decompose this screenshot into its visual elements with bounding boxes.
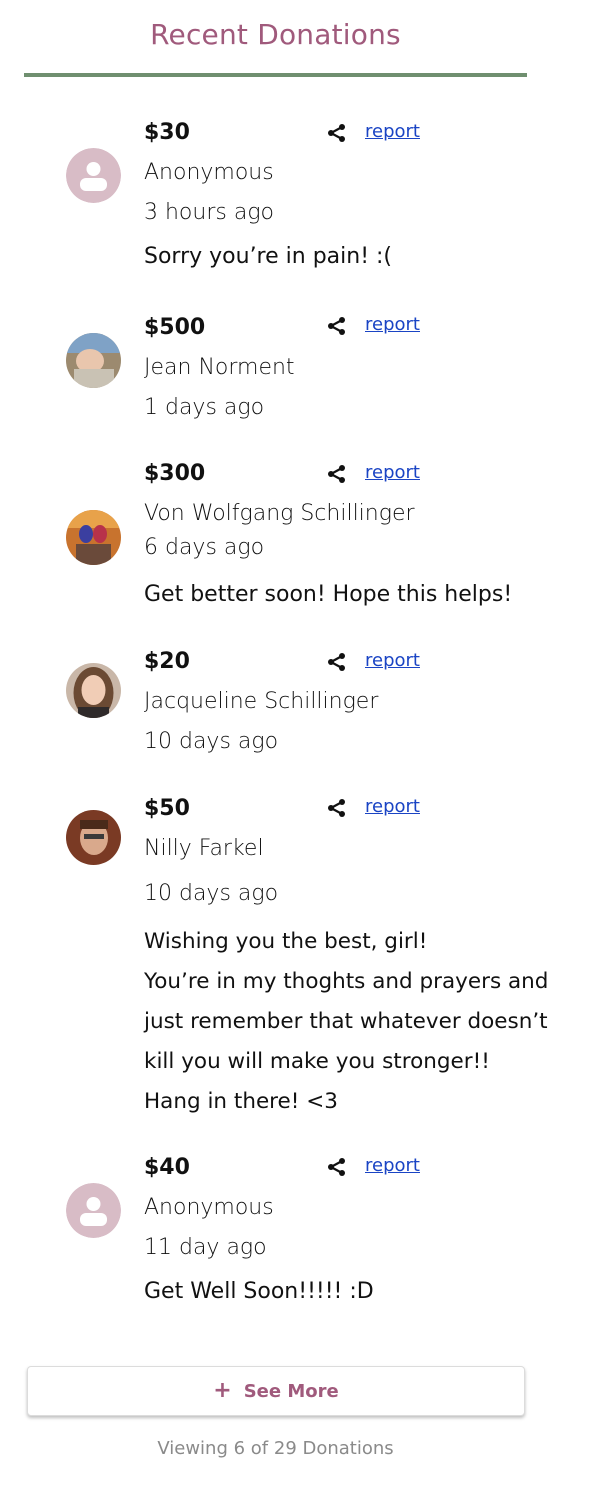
- user-icon: [66, 1183, 121, 1238]
- avatar-placeholder: [66, 1183, 121, 1238]
- baby-photo-icon: [66, 333, 121, 388]
- avatar-photo: [66, 333, 121, 388]
- avatar-photo: [66, 663, 121, 718]
- donation-amount: $20: [144, 649, 190, 674]
- donation-message: Get better soon! Hope this helps!: [144, 582, 513, 607]
- donor-name: Anonymous: [144, 160, 274, 185]
- see-more-button[interactable]: + See More: [27, 1366, 525, 1416]
- share-icon[interactable]: [326, 797, 348, 819]
- donation-amount: $500: [144, 315, 206, 340]
- donation-time: 10 days ago: [144, 881, 279, 906]
- donation-amount: $300: [144, 461, 206, 486]
- donor-name: Jean Norment: [144, 355, 295, 380]
- report-link[interactable]: report: [365, 1155, 420, 1176]
- avatar-placeholder: [66, 148, 121, 203]
- donation-time: 11 day ago: [144, 1235, 267, 1260]
- donation-message: Sorry you’re in pain! :(: [144, 244, 393, 269]
- woman-photo-icon: [66, 663, 121, 718]
- see-more-label: See More: [243, 1380, 339, 1402]
- donor-name: Von Wolfgang Schillinger: [144, 501, 415, 526]
- page-title: Recent Donations: [150, 18, 401, 51]
- donor-name: Nilly Farkel: [144, 836, 264, 861]
- donation-time: 10 days ago: [144, 729, 279, 754]
- share-icon[interactable]: [326, 651, 348, 673]
- title-divider: [24, 73, 527, 77]
- share-icon[interactable]: [326, 122, 348, 144]
- share-icon[interactable]: [326, 1156, 348, 1178]
- donations-count: Viewing 6 of 29 Donations: [157, 1438, 394, 1459]
- report-link[interactable]: report: [365, 462, 420, 483]
- donation-time: 6 days ago: [144, 535, 265, 560]
- report-link[interactable]: report: [365, 314, 420, 335]
- man-photo-icon: [66, 810, 121, 865]
- donation-time: 3 hours ago: [144, 200, 274, 225]
- donation-amount: $40: [144, 1155, 190, 1180]
- share-icon[interactable]: [326, 315, 348, 337]
- donation-message: Wishing you the best, girl! You’re in my…: [144, 929, 549, 1114]
- report-link[interactable]: report: [365, 121, 420, 142]
- plus-icon: +: [213, 1378, 232, 1403]
- share-icon[interactable]: [326, 463, 348, 485]
- avatar-photo: [66, 810, 121, 865]
- donor-name: Anonymous: [144, 1195, 274, 1220]
- report-link[interactable]: report: [365, 796, 420, 817]
- donation-message: Get Well Soon!!!!! :D: [144, 1279, 374, 1304]
- donation-amount: $50: [144, 796, 190, 821]
- donor-name: Jacqueline Schillinger: [144, 689, 379, 714]
- donation-amount: $30: [144, 120, 190, 145]
- donation-time: 1 days ago: [144, 395, 265, 420]
- avatar-photo: [66, 510, 121, 565]
- couple-photo-icon: [66, 510, 121, 565]
- report-link[interactable]: report: [365, 650, 420, 671]
- user-icon: [66, 148, 121, 203]
